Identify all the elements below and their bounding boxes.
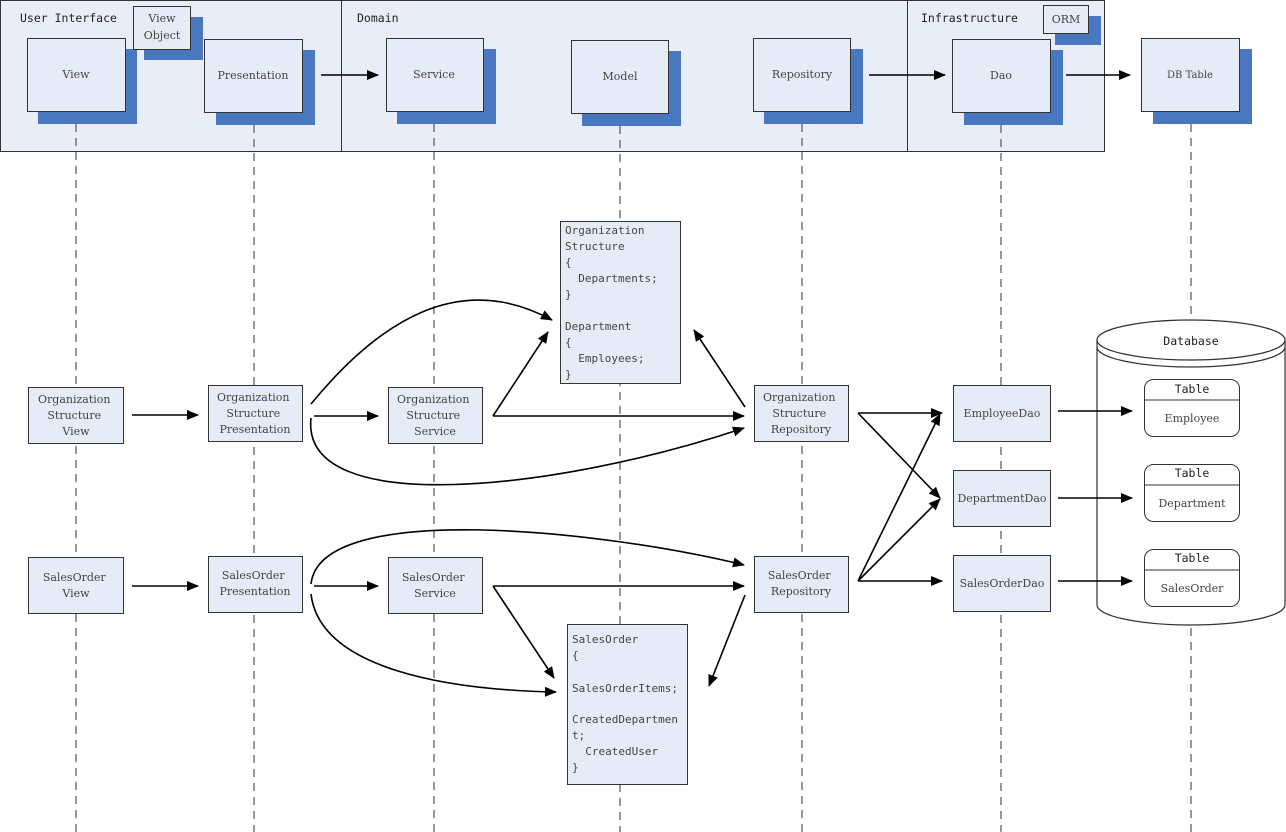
sales-service-box: SalesOrder Service (388, 557, 483, 614)
layer-title-domain: Domain (357, 11, 399, 25)
header-view: View (27, 38, 137, 124)
header-view-label: View (61, 68, 90, 81)
svg-text:Department: Department (1158, 497, 1226, 510)
arrow-org-service-model (492, 331, 549, 417)
architecture-diagram: User Interface Domain Infrastructure Vie… (0, 0, 1286, 832)
sales-view-box: SalesOrder View (28, 557, 124, 614)
header-presentation-label: Presentation (217, 69, 288, 82)
db-table-salesorder: Table SalesOrder (1144, 549, 1240, 607)
database-title: Database (1163, 334, 1218, 348)
salesorder-dao-box: SalesOrderDao (953, 555, 1051, 612)
arrow-org-repository-model (693, 329, 746, 408)
header-service: Service (386, 38, 496, 124)
svg-text:DepartmentDao: DepartmentDao (957, 492, 1046, 505)
department-dao-box: DepartmentDao (953, 470, 1051, 527)
svg-text:Table: Table (1175, 466, 1210, 480)
sales-presentation-box: SalesOrder Presentation (208, 556, 303, 613)
employee-dao-box: EmployeeDao (953, 385, 1051, 442)
db-table-department: Table Department (1144, 464, 1240, 522)
header-dao: Dao (952, 39, 1063, 125)
svg-text:SalesOrder: SalesOrder (1161, 582, 1225, 595)
layer-title-infrastructure: Infrastructure (921, 11, 1018, 25)
org-service-box: Organization Structure Service (388, 387, 483, 444)
arrow-sales-service-model (492, 585, 555, 679)
arrow-sales-repository-model (708, 594, 746, 687)
arrow-sales-presentation-repository (310, 528, 745, 585)
arrow-sales-repo-employee-dao (857, 413, 941, 582)
layer-title-ui: User Interface (20, 11, 117, 25)
arrow-org-presentation-repository (310, 417, 745, 486)
note-orm-label: ORM (1052, 13, 1081, 26)
header-model: Model (571, 40, 681, 126)
header-presentation: Presentation (204, 39, 315, 125)
svg-text:Table: Table (1175, 551, 1210, 565)
note-view-object-line2: Object (144, 29, 181, 42)
svg-text:Organization Structure: Organization Structure Presentation (217, 391, 293, 436)
header-dbtable-label: DB Table (1167, 70, 1213, 81)
header-service-label: Service (413, 68, 455, 81)
svg-text:Table: Table (1175, 382, 1210, 396)
sales-repository-box: SalesOrder Repository (754, 556, 849, 613)
svg-text:Organization Structure: Organization Structure Repository (763, 391, 839, 436)
header-dbtable: DB Table (1141, 38, 1252, 124)
header-dao-label: Dao (990, 69, 1012, 82)
arrow-sales-repo-department-dao (857, 498, 941, 582)
org-repository-box: Organization Structure Repository (754, 385, 849, 442)
sales-model-box: SalesOrder { SalesOrderItems; CreatedDep… (567, 624, 688, 785)
db-table-employee: Table Employee (1144, 379, 1240, 437)
header-model-label: Model (603, 70, 638, 83)
svg-text:SalesOrderDao: SalesOrderDao (960, 577, 1045, 590)
svg-text:Employee: Employee (1165, 412, 1220, 425)
arrow-org-repo-department-dao (857, 412, 941, 499)
header-repository: Repository (753, 38, 863, 124)
org-model-box: Organization Structure { Departments; } … (560, 221, 681, 384)
org-presentation-box: Organization Structure Presentation (208, 385, 303, 442)
note-view-object-line1: View (147, 12, 176, 25)
svg-text:EmployeeDao: EmployeeDao (964, 407, 1041, 420)
header-repository-label: Repository (772, 68, 833, 81)
org-view-box: Organization Structure View (28, 387, 124, 444)
